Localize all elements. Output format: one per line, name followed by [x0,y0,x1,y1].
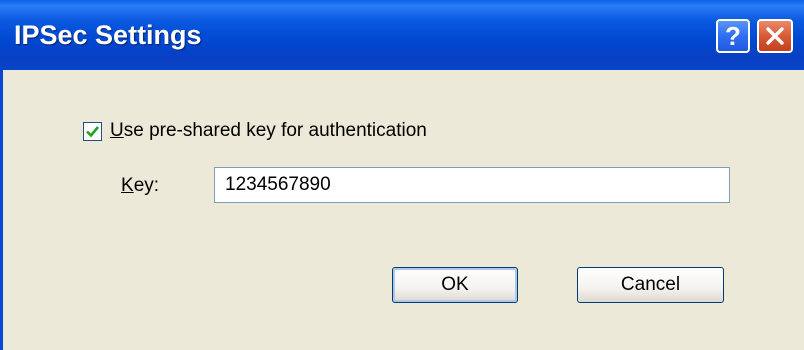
checkbox-label-text: se pre-shared key for authentication [123,120,427,141]
cancel-button[interactable]: Cancel [577,267,724,303]
checkmark-icon [86,125,100,137]
ipsec-settings-dialog: IPSec Settings ? Use pre-shared key for … [0,0,804,350]
close-icon [766,27,784,45]
title-bar[interactable]: IPSec Settings ? [0,0,804,70]
close-button[interactable] [757,19,793,53]
use-preshared-key-label: Use pre-shared key for authentication [110,120,427,142]
use-preshared-key-checkbox[interactable] [83,121,102,141]
help-icon: ? [725,20,741,51]
mnemonic-u: U [110,120,124,141]
key-label: Key: [121,175,159,197]
ok-button[interactable]: OK [392,267,518,303]
mnemonic-k: K [121,175,134,196]
dialog-title: IPSec Settings [14,20,202,50]
key-input[interactable] [214,167,730,203]
use-preshared-key-checkbox-row[interactable]: Use pre-shared key for authentication [83,120,427,142]
help-button[interactable]: ? [716,19,750,53]
key-label-text: ey: [133,175,160,196]
